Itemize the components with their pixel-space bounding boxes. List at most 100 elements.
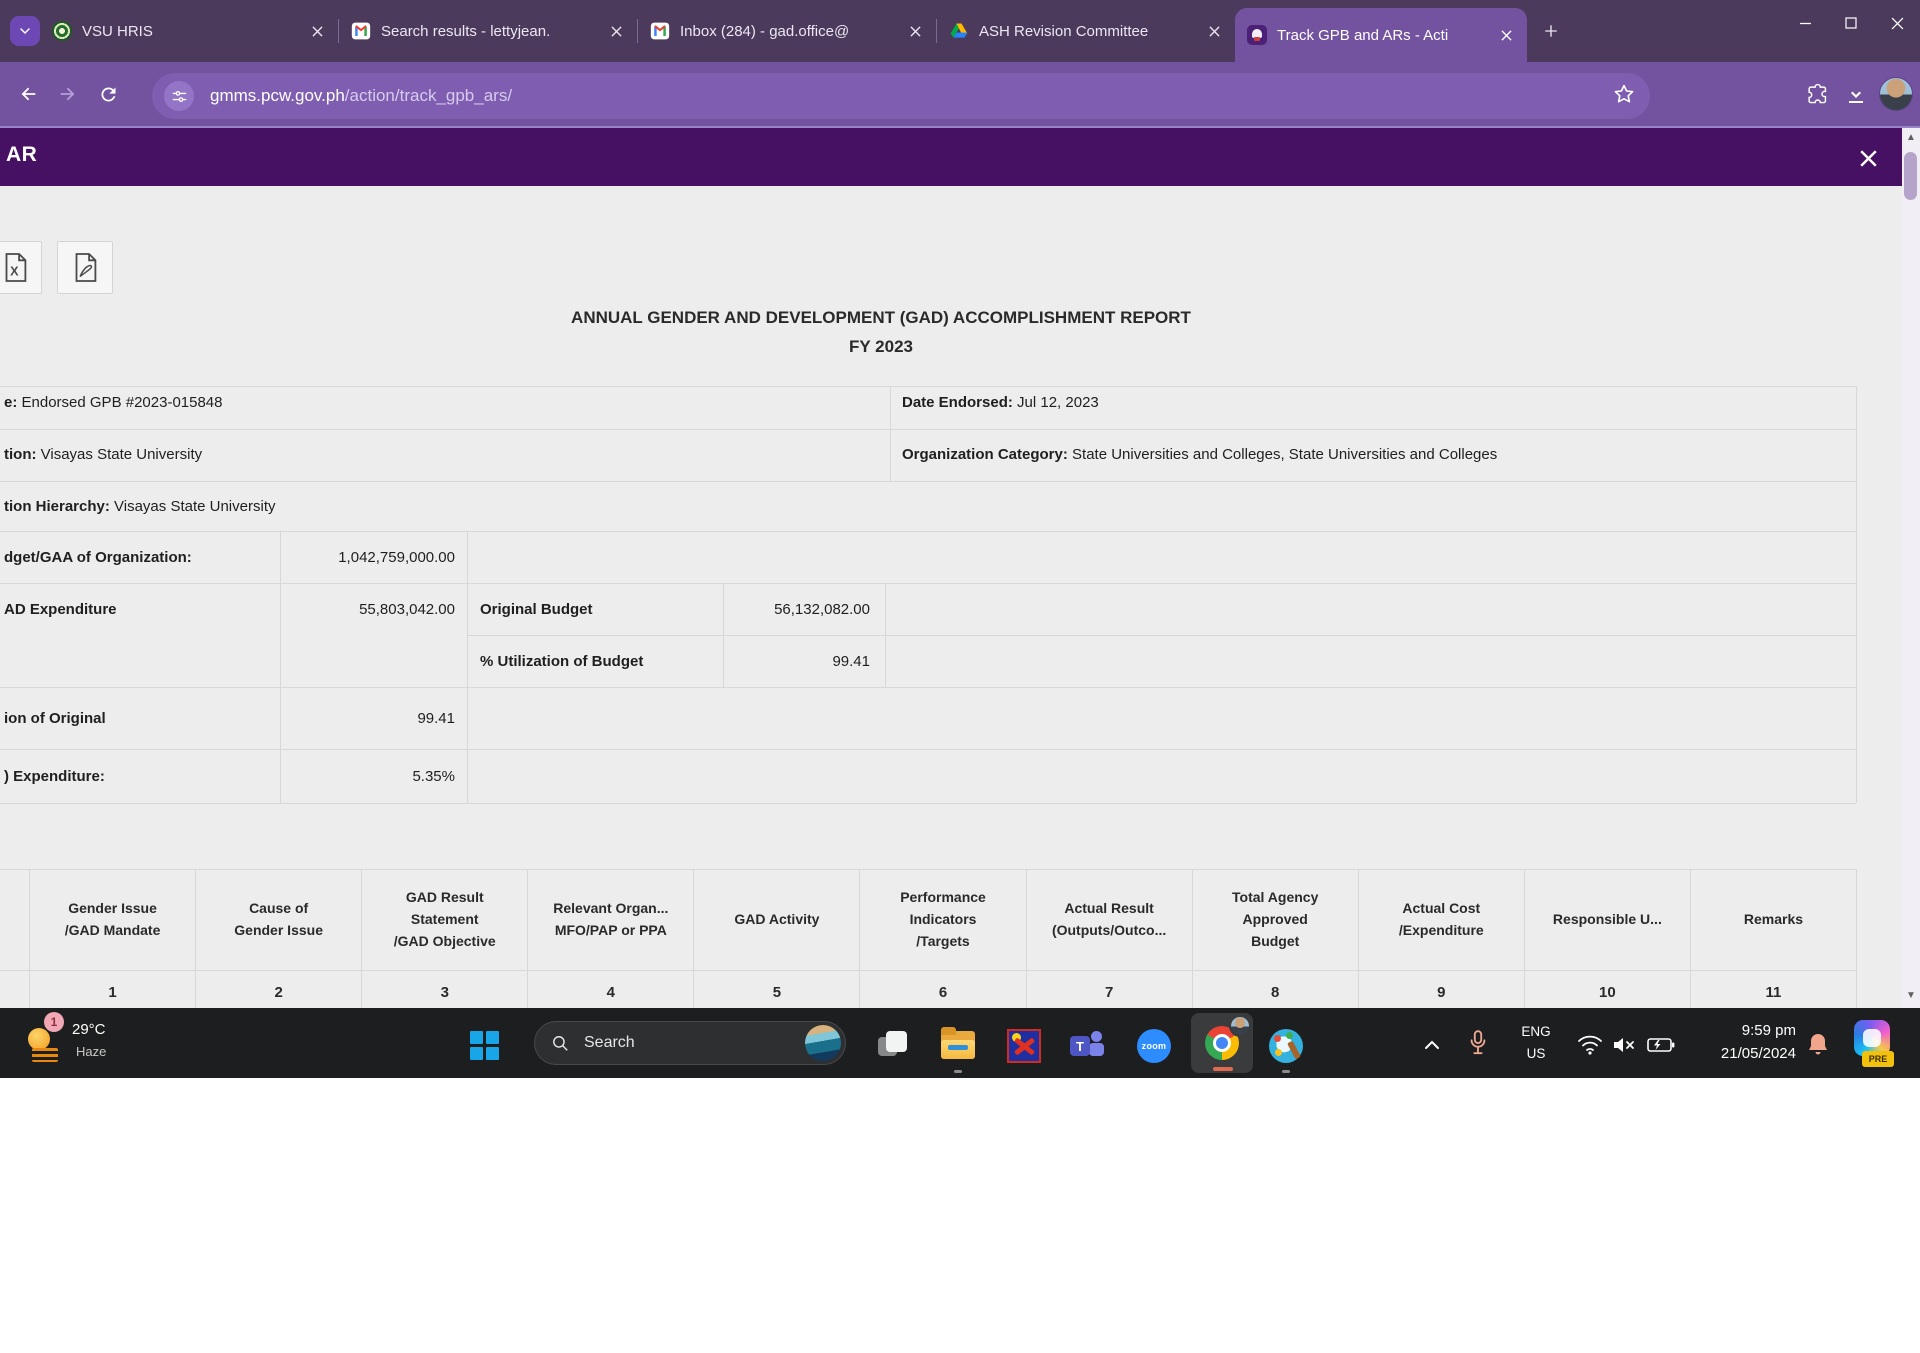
report-title: ANNUAL GENDER AND DEVELOPMENT (GAD) ACCO… xyxy=(0,308,1762,328)
back-button[interactable] xyxy=(8,74,48,114)
chrome-menu-button[interactable] xyxy=(1916,74,1920,114)
chevron-down-icon xyxy=(17,23,33,39)
scrollbar-up-arrow[interactable]: ▲ xyxy=(1902,128,1920,148)
clock[interactable]: 9:59 pm 21/05/2024 xyxy=(1688,1019,1796,1066)
tab-close-icon[interactable] xyxy=(1203,20,1225,42)
column-header: Performance Indicators /Targets xyxy=(859,870,1025,970)
column-number: 1 xyxy=(29,971,195,1008)
divider xyxy=(890,386,891,481)
maximize-button[interactable] xyxy=(1828,0,1874,46)
start-button[interactable] xyxy=(470,1031,500,1061)
teams-initial: T xyxy=(1076,1039,1084,1054)
scrollbar-thumb[interactable] xyxy=(1904,152,1917,200)
tab-inbox[interactable]: Inbox (284) - gad.office@ xyxy=(638,9,936,53)
zoom-app-icon[interactable]: zoom xyxy=(1137,1029,1171,1063)
task-view-icon-front[interactable] xyxy=(886,1031,907,1052)
battery-tray-icon[interactable] xyxy=(1646,1036,1676,1054)
tab-close-icon[interactable] xyxy=(306,20,328,42)
divider xyxy=(0,481,1856,482)
tab-ash-revision[interactable]: ASH Revision Committee xyxy=(937,9,1235,53)
organization-value: Visayas State University xyxy=(36,446,202,463)
report-fiscal-year: FY 2023 xyxy=(0,337,1762,357)
column-header: GAD Activity xyxy=(693,870,859,970)
browser-tab-strip: VSU HRIS Search results - lettyjean. Inb… xyxy=(0,0,1920,62)
tab-title: VSU HRIS xyxy=(82,23,298,40)
notifications-button[interactable] xyxy=(1804,1030,1832,1060)
language-indicator[interactable]: ENG US xyxy=(1512,1021,1560,1064)
wifi-tray-icon[interactable] xyxy=(1576,1034,1604,1056)
column-number: 3 xyxy=(361,971,527,1008)
organization-hierarchy-value: Visayas State University xyxy=(110,498,276,515)
taskbar-search[interactable]: Search xyxy=(534,1021,846,1065)
scrollbar-down-arrow[interactable]: ▼ xyxy=(1902,986,1920,1006)
utilization-original-value: 99.41 xyxy=(270,710,455,727)
divider xyxy=(1856,531,1857,803)
expenditure-percent-label: ) Expenditure: xyxy=(4,768,105,785)
file-explorer-icon[interactable] xyxy=(941,1031,975,1059)
date: 21/05/2024 xyxy=(1688,1042,1796,1065)
profile-button[interactable] xyxy=(1876,74,1916,114)
table-column-number-row: 1 2 3 4 5 6 7 8 9 10 11 xyxy=(29,971,1857,1008)
downloads-button[interactable] xyxy=(1836,74,1876,114)
volume-muted-tray-icon[interactable] xyxy=(1610,1034,1638,1056)
address-bar[interactable]: gmms.pcw.gov.ph/action/track_gpb_ars/ xyxy=(152,73,1650,119)
column-header: Gender Issue /GAD Mandate xyxy=(29,870,195,970)
export-pdf-button[interactable] xyxy=(57,241,113,294)
paint-app-icon[interactable] xyxy=(1269,1029,1303,1063)
avatar xyxy=(1879,77,1913,111)
divider xyxy=(885,583,886,687)
language-line1: ENG xyxy=(1512,1021,1560,1043)
close-window-button[interactable] xyxy=(1874,0,1920,46)
copilot-button[interactable]: PRE xyxy=(1852,1020,1896,1070)
language-line2: US xyxy=(1512,1043,1560,1065)
download-icon xyxy=(1844,82,1868,106)
chrome-profile-avatar xyxy=(1229,1015,1251,1037)
url-text[interactable]: gmms.pcw.gov.ph/action/track_gpb_ars/ xyxy=(210,86,512,106)
browser-toolbar: gmms.pcw.gov.ph/action/track_gpb_ars/ xyxy=(0,62,1920,128)
column-number: 9 xyxy=(1358,971,1524,1008)
microphone-tray-icon[interactable] xyxy=(1464,1026,1492,1062)
excel-letter: X xyxy=(10,265,19,279)
organization-label: tion: xyxy=(4,446,36,463)
tab-vsu-hris[interactable]: VSU HRIS xyxy=(40,9,338,53)
tab-close-icon[interactable] xyxy=(605,20,627,42)
bing-daily-image[interactable] xyxy=(805,1025,841,1061)
reload-button[interactable] xyxy=(88,74,128,114)
speaker-muted-icon xyxy=(1612,1035,1636,1055)
new-tab-button[interactable] xyxy=(1533,13,1569,49)
minimize-button[interactable] xyxy=(1782,0,1828,46)
utilization-budget-value: 99.41 xyxy=(700,653,870,670)
utilization-original-label: ion of Original xyxy=(4,710,106,727)
organization: tion: Visayas State University xyxy=(4,446,202,463)
x-painter-app-icon[interactable] xyxy=(1007,1029,1041,1063)
original-budget-label: Original Budget xyxy=(480,601,593,618)
weather-haze-icon[interactable] xyxy=(26,1024,66,1066)
bookmark-star-button[interactable] xyxy=(1612,82,1636,111)
weather-temperature[interactable]: 29°C xyxy=(72,1021,106,1038)
column-number: 2 xyxy=(195,971,361,1008)
vsu-seal-icon xyxy=(52,21,72,41)
modal-close-button[interactable] xyxy=(1852,142,1884,174)
tray-overflow-chevron[interactable] xyxy=(1420,1036,1444,1054)
back-arrow-icon xyxy=(17,83,39,105)
tab-search-results[interactable]: Search results - lettyjean. xyxy=(339,9,637,53)
tab-close-icon[interactable] xyxy=(1495,24,1517,46)
export-excel-button[interactable]: X xyxy=(0,241,42,294)
tab-title: Search results - lettyjean. xyxy=(381,23,597,40)
tab-track-gpb-ars-active[interactable]: Track GPB and ARs - Acti xyxy=(1235,8,1527,62)
site-settings-icon[interactable] xyxy=(164,81,194,111)
tab-title: ASH Revision Committee xyxy=(979,23,1195,40)
tab-title: Track GPB and ARs - Acti xyxy=(1277,27,1487,44)
microphone-icon xyxy=(1467,1029,1489,1059)
tab-search-button[interactable] xyxy=(10,16,40,46)
column-number: 8 xyxy=(1192,971,1358,1008)
microsoft-teams-icon[interactable]: T xyxy=(1070,1031,1106,1063)
modal-header: AR xyxy=(0,128,1920,186)
column-number: 7 xyxy=(1026,971,1192,1008)
zoom-label: zoom xyxy=(1142,1041,1167,1051)
divider xyxy=(0,687,1856,688)
tab-close-icon[interactable] xyxy=(904,20,926,42)
extensions-button[interactable] xyxy=(1796,74,1836,114)
page-scrollbar[interactable] xyxy=(1902,128,1920,1008)
forward-button[interactable] xyxy=(48,74,88,114)
